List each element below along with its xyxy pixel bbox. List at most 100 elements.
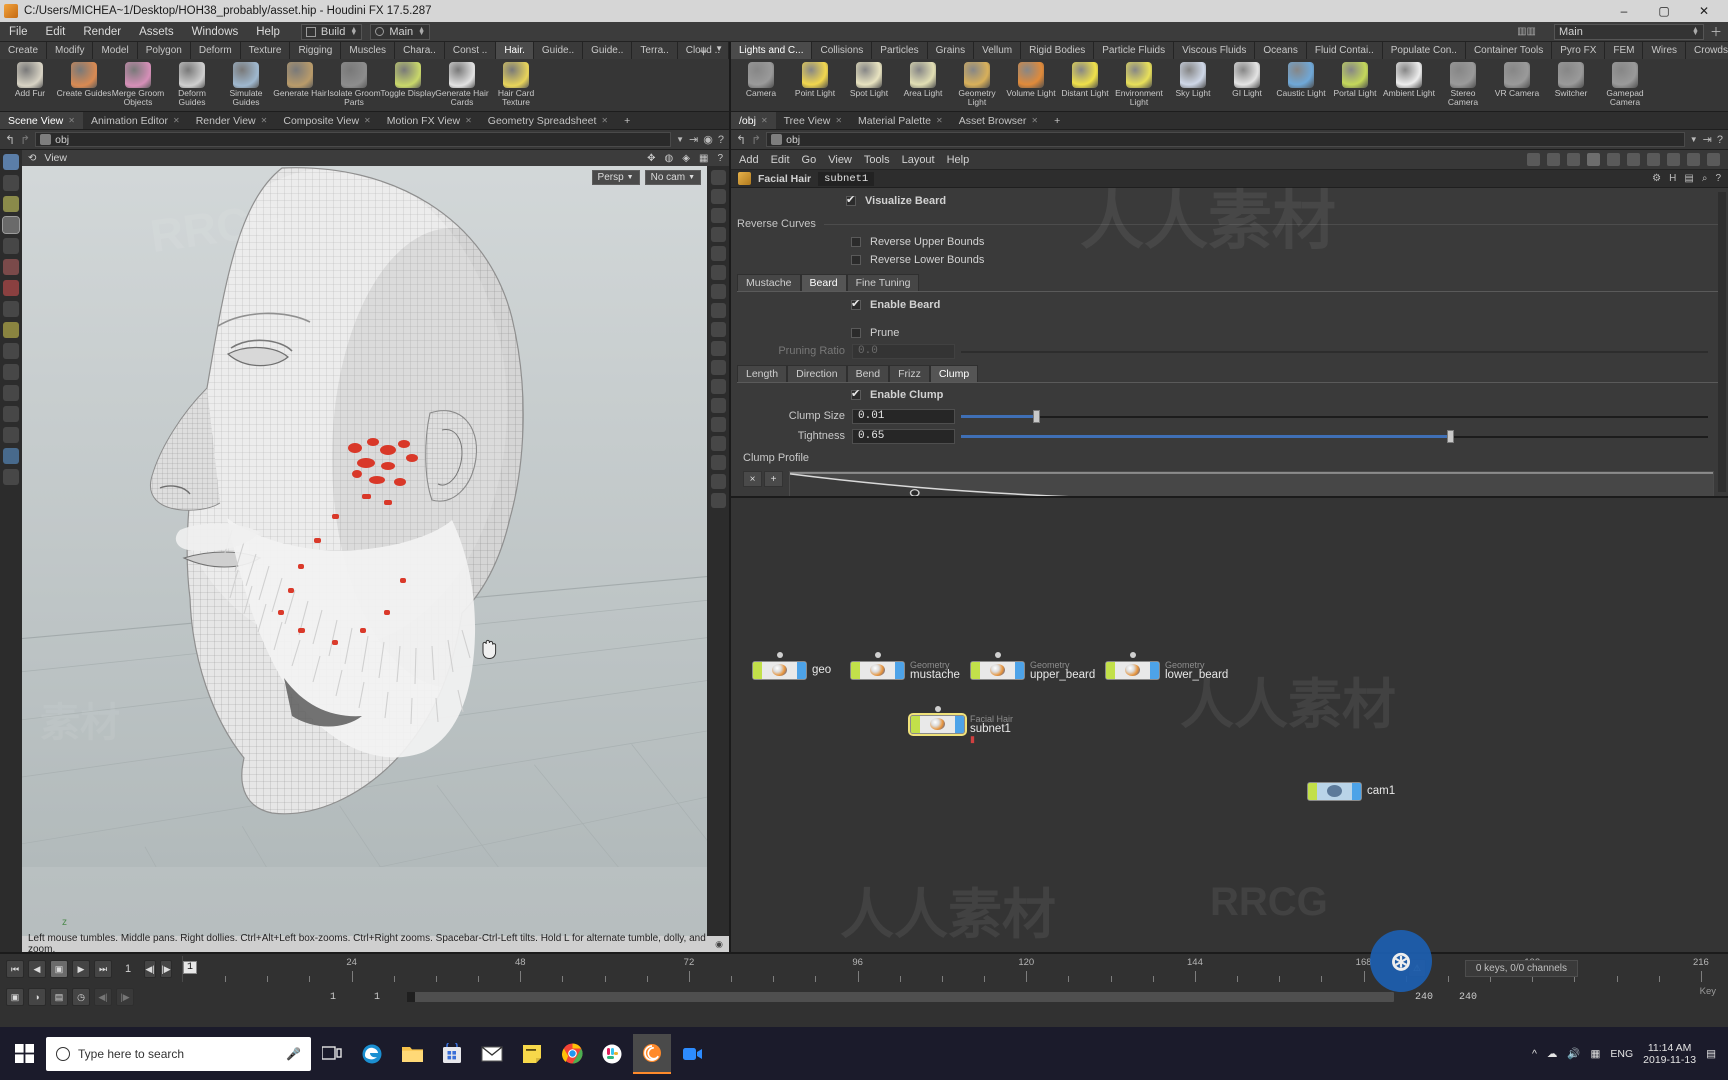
net-menu-add[interactable]: Add — [739, 154, 759, 166]
menu-windows[interactable]: Windows — [183, 22, 248, 42]
graph-node-subnet1[interactable]: Facial Hair subnet1 ▮ — [908, 712, 1013, 744]
menu-assets[interactable]: Assets — [130, 22, 183, 42]
param-tab-top-2[interactable]: Fine Tuning — [846, 274, 920, 291]
node-network-graph[interactable]: geo Geometry mustache Geometry upper_beard Ge… — [731, 498, 1728, 952]
chrome-icon[interactable] — [553, 1034, 591, 1074]
shading-mode-icon[interactable] — [710, 189, 726, 204]
bbox-icon[interactable] — [710, 436, 726, 451]
grid-view-icon[interactable] — [1587, 153, 1600, 166]
search-icon[interactable] — [1667, 153, 1680, 166]
menu-help[interactable]: Help — [247, 22, 289, 42]
xray-icon[interactable] — [710, 322, 726, 337]
shelf-right-tab-2[interactable]: Particles — [872, 42, 928, 59]
shelf-left-tab-1[interactable]: Modify — [47, 42, 94, 59]
step-back-button[interactable]: ◀ — [28, 960, 46, 978]
net-menu-go[interactable]: Go — [802, 154, 817, 166]
add-shelf-button[interactable]: ＋ — [1710, 23, 1722, 40]
right-help-icon[interactable]: ? — [1717, 134, 1723, 146]
path-dropdown-icon[interactable]: ▼ — [676, 135, 684, 144]
shelf-rtool-spot-light-icon[interactable]: Spot Light — [843, 62, 895, 98]
shelf-tool-generate-hair-icon[interactable]: Generate Hair — [273, 62, 327, 98]
edge-icon[interactable] — [353, 1034, 391, 1074]
left-pane-tab-close-1[interactable]: ✕ — [173, 112, 180, 130]
param-gear-icon[interactable]: ⚙ — [1652, 173, 1661, 184]
shelf-tool-toggle-display-icon[interactable]: Toggle Display — [380, 62, 436, 98]
move-tool-icon[interactable] — [3, 196, 19, 212]
left-pane-tab-close-0[interactable]: ✕ — [68, 112, 75, 130]
graph-node-mustache[interactable]: Geometry mustache — [850, 660, 960, 681]
left-pane-tab-0[interactable]: Scene View ✕ — [0, 112, 83, 129]
right-pane-add-tab[interactable]: + — [1046, 112, 1068, 129]
menu-render[interactable]: Render — [74, 22, 130, 42]
timeline-playhead[interactable]: 1 — [183, 956, 198, 982]
reverse-upper-checkbox[interactable] — [851, 237, 861, 247]
tray-chevron-icon[interactable]: ^ — [1532, 1048, 1537, 1060]
right-pane-tabs[interactable]: /obj ✕ Tree View ✕ Material Palette ✕ Asset Br… — [731, 112, 1728, 130]
shelf-right-tab-4[interactable]: Vellum — [974, 42, 1022, 59]
display-options-icon[interactable] — [710, 170, 726, 185]
node-name-field[interactable]: subnet1 — [818, 171, 875, 186]
param-tabs-sub[interactable]: Length Direction Bend Frizz Clump — [737, 365, 1720, 382]
back-arrow-icon[interactable]: ↰ — [5, 133, 15, 147]
node-box-subnet1[interactable] — [908, 712, 967, 736]
light-tool-icon[interactable] — [3, 322, 19, 338]
axis-icon[interactable] — [710, 417, 726, 432]
left-pane-tab-3[interactable]: Composite View ✕ — [275, 112, 378, 129]
range-next-icon[interactable]: |▶ — [116, 988, 134, 1006]
viewport-view-menu[interactable]: View — [44, 152, 67, 164]
explorer-icon[interactable] — [393, 1034, 431, 1074]
chevron-updown-icon-2[interactable]: ▲ ▼ — [418, 26, 425, 37]
param-zoom-icon[interactable]: ⌕ — [1702, 173, 1708, 184]
curve-tool-icon[interactable] — [3, 469, 19, 485]
shelf-left-tab-4[interactable]: Deform — [190, 42, 241, 59]
magnet-tool-icon[interactable] — [3, 280, 19, 296]
snapshot-icon[interactable] — [710, 493, 726, 508]
shelf-left-tabs[interactable]: Create Modify Model Polygon Deform Texture Rig… — [0, 42, 729, 59]
shelf-left-tab-2[interactable]: Model — [93, 42, 138, 59]
clump-size-slider[interactable] — [961, 409, 1708, 424]
shelf-right-tab-11[interactable]: Container Tools — [1465, 42, 1553, 59]
param-houdini-icon[interactable]: H — [1669, 173, 1676, 184]
left-pane-tabs[interactable]: Scene View ✕ Animation Editor ✕ Render View ✕… — [0, 112, 729, 130]
net-menu-help[interactable]: Help — [947, 154, 970, 166]
chevron-updown-icon-3[interactable]: ▲ ▼ — [1692, 26, 1699, 37]
graph-node-geo[interactable]: geo — [752, 660, 831, 680]
net-menu-layout[interactable]: Layout — [902, 154, 935, 166]
sculpt-tool-icon[interactable] — [3, 406, 19, 422]
enable-beard-checkbox[interactable] — [851, 297, 861, 310]
shelf-left-tab-6[interactable]: Rigging — [290, 42, 342, 59]
pruning-ratio-slider[interactable] — [961, 344, 1708, 359]
shelf-rtool-gamepad-camera-icon[interactable]: Gamepad Camera — [1599, 62, 1651, 107]
color-picker-icon[interactable] — [1627, 153, 1640, 166]
right-pane-tab-close-3[interactable]: ✕ — [1031, 112, 1038, 130]
set-key-icon[interactable]: ▣ — [6, 988, 24, 1006]
jump-end-button[interactable]: ⏭ — [94, 960, 112, 978]
ramp-remove-point-button[interactable]: × — [743, 471, 762, 487]
graph-node-lower_beard[interactable]: Geometry lower_beard — [1105, 660, 1228, 681]
param-scrollbar[interactable] — [1718, 192, 1726, 492]
viewport-help-icon[interactable]: ? — [717, 153, 723, 164]
zoom-fit-icon[interactable] — [1687, 153, 1700, 166]
param-tab-top-0[interactable]: Mustache — [737, 274, 801, 291]
param-tab-sub-4[interactable]: Clump — [929, 365, 979, 382]
shelf-right-tab-9[interactable]: Fluid Contai.. — [1306, 42, 1383, 59]
enable-clump-checkbox[interactable] — [851, 387, 861, 400]
microphone-icon[interactable]: 🎤 — [286, 1047, 301, 1061]
left-pane-tab-4[interactable]: Motion FX View ✕ — [379, 112, 480, 129]
hint-info-icon[interactable]: ◉ — [715, 939, 723, 950]
left-pane-tab-1[interactable]: Animation Editor ✕ — [83, 112, 188, 129]
minimize-button[interactable]: – — [1604, 0, 1644, 22]
shelf-left-add[interactable]: ＋ — [698, 43, 709, 59]
right-desktop-selector[interactable]: Main ▲ ▼ — [1553, 23, 1704, 40]
shelf-rtool-switcher-icon[interactable]: Switcher — [1545, 62, 1597, 98]
net-menu-edit[interactable]: Edit — [771, 154, 790, 166]
playback-clock-icon[interactable]: ◷ — [72, 988, 90, 1006]
shelf-rtool-volume-light-icon[interactable]: Volume Light — [1005, 62, 1057, 98]
handles-tool-icon[interactable] — [3, 175, 19, 191]
shelf-right-tabs[interactable]: Lights and C... Collisions Particles Grains… — [731, 42, 1728, 59]
panel-icon[interactable] — [1567, 153, 1580, 166]
notification-icon[interactable]: ▤ — [1706, 1048, 1716, 1060]
shelf-left-tab-8[interactable]: Chara.. — [395, 42, 445, 59]
help-icon[interactable]: ? — [718, 134, 724, 146]
reverse-lower-checkbox[interactable] — [851, 255, 861, 265]
